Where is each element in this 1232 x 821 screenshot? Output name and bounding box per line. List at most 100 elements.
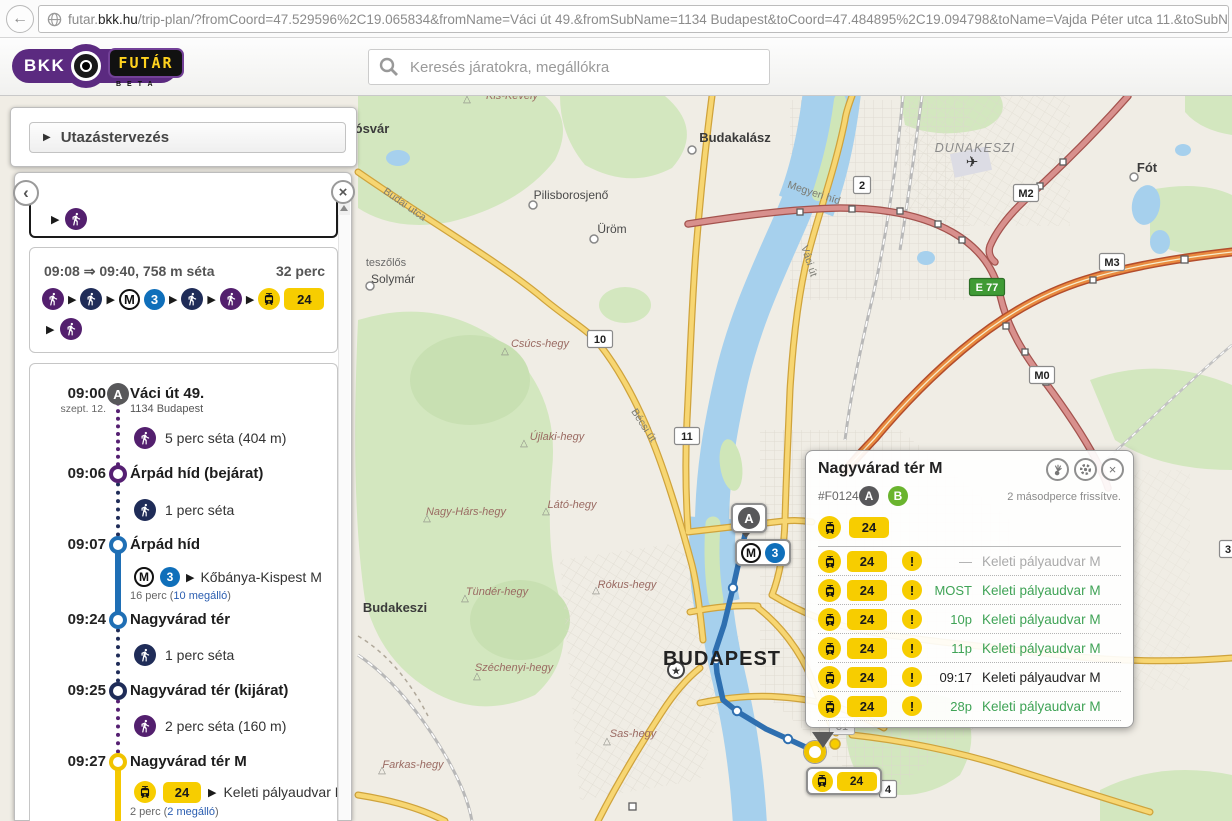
map-label: Sas-hegy [610,728,658,740]
leg-destination: Kőbánya-Kispest M [200,569,321,585]
globe-icon [47,12,62,27]
option-leg-icons: ▶ ▶ M 3 ▶ ▶ ▶ 24 [42,288,324,310]
logo-beta-text: BETA [116,81,159,88]
itinerary-panel: ‹ × ▶ 09:08 ⇒ 09:40, 758 m séta 32 perc … [14,172,352,821]
stop-subname: 1134 Budapest [130,403,203,415]
leg-tram: 24 ▶ Keleti pályaudvar M [134,781,338,803]
road-shield: M2 [1014,185,1039,202]
updated-status: 2 másodperce frissítve. [1007,491,1121,503]
map-label: Fót [1137,160,1158,175]
stops-count-link[interactable]: 10 megálló [173,590,227,602]
departure-row[interactable]: 24 ! 28p Keleti pályaudvar M [818,692,1121,721]
route-badge: 24 [847,638,887,659]
departure-row[interactable]: 24 ! MOST Keleti pályaudvar M [818,576,1121,605]
search-box [368,49,770,85]
svg-text:M0: M0 [1034,370,1049,382]
departure-destination: Keleti pályaudvar M [982,554,1101,569]
then-arrow-icon: ▶ [51,213,59,226]
walk-icon [60,318,82,340]
departure-time: — [922,554,972,569]
road-shield: M0 [1030,367,1055,384]
departure-row[interactable]: 24 ! 09:17 Keleti pályaudvar M [818,663,1121,692]
tram-icon [818,516,841,539]
walk-icon [134,715,156,737]
stop-name: Váci út 49. [130,385,204,402]
svg-text:M2: M2 [1018,188,1033,200]
popup-header: Nagyvárad tér M × [806,451,1133,485]
stops-count-link[interactable]: 2 megálló [167,806,215,818]
route-24-badge: 24 [849,517,889,538]
browser-toolbar: ← futar.bkk.hu/trip-plan/?fromCoord=47.5… [0,0,1232,38]
itinerary-option-selected[interactable]: ▶ [29,200,338,238]
browser-back-button[interactable]: ← [6,5,34,33]
gear-icon[interactable] [1074,458,1097,481]
close-button[interactable]: × [331,180,355,204]
tram-icon [818,550,841,573]
departure-time: 11p [922,641,972,656]
then-arrow-icon: ▶ [207,293,215,306]
svg-text:M3: M3 [1104,257,1119,269]
search-icon [378,56,400,78]
map-label: Kis-Kevély [486,96,539,102]
route-24-badge: 24 [837,772,877,791]
departure-row[interactable]: 24 ! — Keleti pályaudvar M [818,547,1121,576]
itinerary-option[interactable]: 09:08 ⇒ 09:40, 758 m séta 32 perc ▶ ▶ M … [29,247,338,353]
wave-icon[interactable] [1046,458,1069,481]
hill-peak-icon: △ [463,96,471,105]
hill-peak-icon: △ [501,346,509,357]
map-label: DUNAKESZI [935,141,1016,155]
departure-row[interactable]: 24 ! 10p Keleti pályaudvar M [818,605,1121,634]
map-marker-tram24[interactable]: 24 [806,767,882,795]
departure-row[interactable]: 24 ! 11p Keleti pályaudvar M [818,634,1121,663]
town-marker [688,146,696,154]
then-arrow-icon: ▶ [68,293,76,306]
leg-duration: 2 perc ( [130,806,167,818]
chevron-up-icon [340,205,348,211]
departure-time: 28p [922,699,972,714]
popup-pointer [812,732,834,748]
road-shield: 3 [1220,541,1232,558]
timeline-walk-segment [116,620,120,691]
back-button[interactable]: ‹ [13,180,39,206]
tram-icon [818,579,841,602]
stop-time: 09:27 [34,753,106,770]
svg-text:10: 10 [594,334,606,346]
stop-time: 09:24 [34,611,106,628]
stop-time: 09:07 [34,536,106,553]
route-badge: 24 [847,551,887,572]
map-marker-metro3[interactable]: M 3 [735,539,791,566]
stop-marker [109,682,127,700]
marker-b-badge: B [888,486,908,506]
stop-date: szept. 12. [34,403,106,415]
scrollbar[interactable] [338,201,350,820]
url-domain: bkk.hu [98,12,138,27]
close-icon[interactable]: × [1101,458,1124,481]
metro-m-icon: M [119,289,140,310]
walk-icon [220,288,242,310]
option-summary: 09:08 ⇒ 09:40, 758 m séta [44,263,215,280]
svg-text:11: 11 [681,431,693,443]
departure-destination: Keleti pályaudvar M [982,670,1101,685]
search-input[interactable] [408,58,769,77]
tram-icon [818,637,841,660]
map-label: BUDAPEST [663,648,781,670]
metro-line-3-icon: 3 [160,567,180,587]
route-24-badge: 24 [163,782,201,803]
map-label: Üröm [597,222,626,236]
stop-name: Nagyvárad tér (kijárat) [130,682,288,699]
trip-planner-title: Utazástervezés [61,129,169,146]
map-marker-a[interactable]: A [731,503,767,533]
address-bar[interactable]: futar.bkk.hu/trip-plan/?fromCoord=47.529… [38,5,1229,33]
alert-icon: ! [902,696,922,716]
app-header: BKK FUTÁR BETA [0,38,1232,96]
walk-icon [42,288,64,310]
metro-m-icon: M [134,567,154,587]
map-label: Nagy-Hárs-hegy [426,506,508,518]
leg-walk: 2 perc séta (160 m) [134,715,286,737]
leg-details: 2 perc (2 megálló) [130,806,219,818]
trip-planner-expander[interactable]: ▶ Utazástervezés [29,122,346,153]
popup-subheader: #F01246 A B 2 másodperce frissítve. [806,485,1133,511]
stop-time: 09:06 [34,465,106,482]
stop-time: 09:25 [34,682,106,699]
popup-routes-row[interactable]: 24 [806,511,1133,546]
